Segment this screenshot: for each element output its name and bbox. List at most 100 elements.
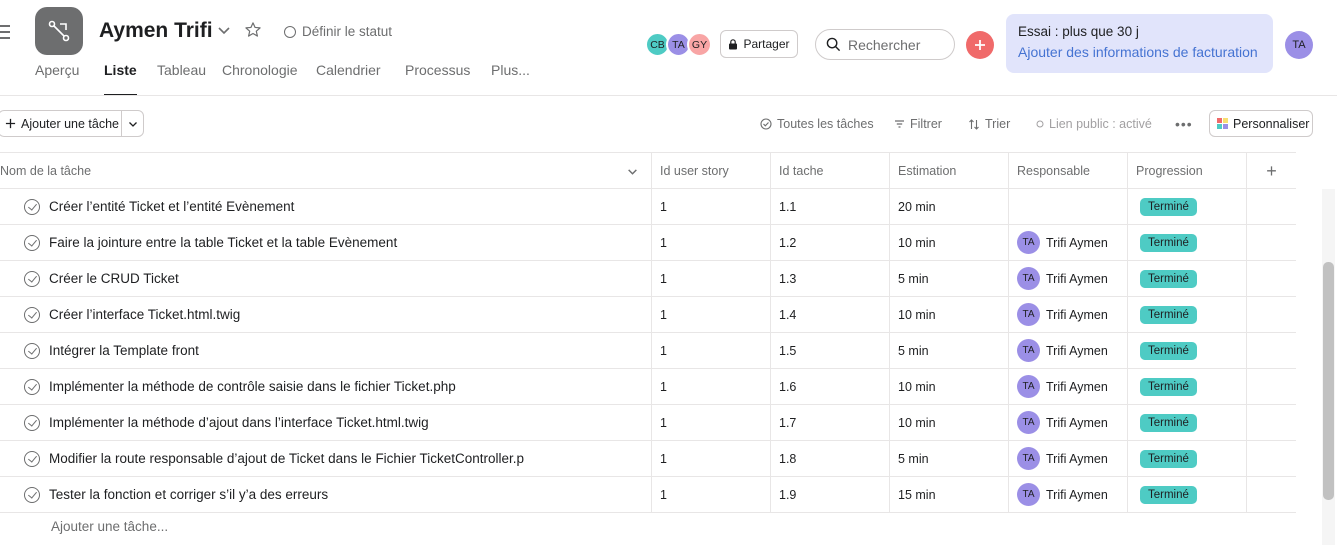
assignee-cell[interactable]: TA Trifi Aymen — [1008, 225, 1127, 260]
estimate-cell[interactable]: 5 min — [889, 441, 1008, 476]
assignee-cell[interactable]: TA Trifi Aymen — [1008, 261, 1127, 296]
public-link-toggle[interactable]: Lien public : activé — [1036, 117, 1152, 131]
complete-check-icon[interactable] — [24, 486, 40, 503]
task-id-cell[interactable]: 1.9 — [770, 477, 889, 512]
task-id-cell[interactable]: 1.8 — [770, 441, 889, 476]
add-column-icon[interactable]: + — [1246, 153, 1296, 189]
estimate-cell[interactable]: 5 min — [889, 261, 1008, 296]
complete-check-icon[interactable] — [24, 342, 40, 359]
task-name-cell[interactable]: Créer le CRUD Ticket — [0, 261, 651, 296]
estimate-cell[interactable]: 15 min — [889, 477, 1008, 512]
complete-check-icon[interactable] — [24, 378, 40, 395]
star-icon[interactable] — [244, 21, 262, 39]
table-row[interactable]: Faire la jointure entre la table Ticket … — [0, 225, 1296, 261]
assignee-cell[interactable]: TA Trifi Aymen — [1008, 333, 1127, 368]
create-button[interactable] — [966, 31, 994, 59]
add-task-dropdown[interactable] — [122, 119, 143, 129]
user-story-cell[interactable]: 1 — [651, 441, 770, 476]
task-id-cell[interactable]: 1.3 — [770, 261, 889, 296]
task-id-cell[interactable]: 1.6 — [770, 369, 889, 404]
estimate-cell[interactable]: 10 min — [889, 405, 1008, 440]
column-header-progress[interactable]: Progression — [1127, 153, 1246, 189]
assignee-cell[interactable] — [1008, 189, 1127, 224]
user-story-cell[interactable]: 1 — [651, 477, 770, 512]
progress-cell[interactable]: Terminé — [1127, 477, 1246, 512]
estimate-cell[interactable]: 10 min — [889, 297, 1008, 332]
tab-calendar[interactable]: Calendrier — [316, 62, 381, 95]
user-story-cell[interactable]: 1 — [651, 405, 770, 440]
complete-check-icon[interactable] — [24, 414, 40, 431]
estimate-cell[interactable]: 20 min — [889, 189, 1008, 224]
table-row[interactable]: Créer le CRUD Ticket 1 1.3 5 min TA Trif… — [0, 261, 1296, 297]
tab-list[interactable]: Liste — [104, 62, 137, 96]
tab-timeline[interactable]: Chronologie — [222, 62, 298, 95]
column-header-task-name[interactable]: Nom de la tâche — [0, 153, 651, 189]
filter-button[interactable]: Filtrer — [894, 117, 942, 131]
assignee-cell[interactable]: TA Trifi Aymen — [1008, 405, 1127, 440]
share-button[interactable]: Partager — [720, 30, 798, 58]
progress-cell[interactable]: Terminé — [1127, 333, 1246, 368]
complete-check-icon[interactable] — [24, 450, 40, 467]
tab-workflow[interactable]: Processus — [405, 62, 470, 95]
task-id-cell[interactable]: 1.4 — [770, 297, 889, 332]
menu-icon[interactable] — [0, 25, 10, 43]
progress-cell[interactable]: Terminé — [1127, 189, 1246, 224]
assignee-cell[interactable]: TA Trifi Aymen — [1008, 477, 1127, 512]
table-row[interactable]: Modifier la route responsable d’ajout de… — [0, 441, 1296, 477]
avatar[interactable]: GY — [687, 32, 712, 57]
table-row[interactable]: Tester la fonction et corriger s’il y’a … — [0, 477, 1296, 513]
search-input[interactable] — [848, 36, 953, 53]
add-task-row[interactable]: Ajouter une tâche... — [51, 519, 168, 534]
search-box[interactable] — [815, 29, 955, 60]
tab-board[interactable]: Tableau — [157, 62, 206, 95]
progress-cell[interactable]: Terminé — [1127, 369, 1246, 404]
task-name-cell[interactable]: Créer l’interface Ticket.html.twig — [0, 297, 651, 332]
add-billing-link[interactable]: Ajouter des informations de facturation — [1018, 44, 1261, 60]
user-story-cell[interactable]: 1 — [651, 333, 770, 368]
progress-cell[interactable]: Terminé — [1127, 225, 1246, 260]
task-name-cell[interactable]: Créer l’entité Ticket et l’entité Evènem… — [0, 189, 651, 224]
column-header-estimate[interactable]: Estimation — [889, 153, 1008, 189]
complete-check-icon[interactable] — [24, 198, 40, 215]
estimate-cell[interactable]: 10 min — [889, 225, 1008, 260]
customize-button[interactable]: Personnaliser — [1209, 110, 1313, 137]
progress-cell[interactable]: Terminé — [1127, 261, 1246, 296]
task-name-cell[interactable]: Implémenter la méthode d’ajout dans l’in… — [0, 405, 651, 440]
task-name-cell[interactable]: Faire la jointure entre la table Ticket … — [0, 225, 651, 260]
user-avatar[interactable]: TA — [1285, 31, 1313, 59]
tab-overview[interactable]: Aperçu — [35, 62, 79, 95]
assignee-cell[interactable]: TA Trifi Aymen — [1008, 441, 1127, 476]
task-id-cell[interactable]: 1.2 — [770, 225, 889, 260]
user-story-cell[interactable]: 1 — [651, 189, 770, 224]
progress-cell[interactable]: Terminé — [1127, 405, 1246, 440]
tab-more[interactable]: Plus... — [491, 62, 530, 95]
task-name-cell[interactable]: Intégrer la Template front — [0, 333, 651, 368]
add-task-button[interactable]: Ajouter une tâche — [0, 111, 122, 136]
table-row[interactable]: Implémenter la méthode de contrôle saisi… — [0, 369, 1296, 405]
complete-check-icon[interactable] — [24, 270, 40, 287]
sort-button[interactable]: Trier — [968, 117, 1010, 131]
task-id-cell[interactable]: 1.5 — [770, 333, 889, 368]
task-id-cell[interactable]: 1.7 — [770, 405, 889, 440]
complete-check-icon[interactable] — [24, 234, 40, 251]
chevron-down-icon[interactable] — [217, 23, 231, 37]
estimate-cell[interactable]: 5 min — [889, 333, 1008, 368]
chevron-down-icon[interactable] — [627, 166, 638, 177]
complete-check-icon[interactable] — [24, 306, 40, 323]
user-story-cell[interactable]: 1 — [651, 297, 770, 332]
scrollbar-thumb[interactable] — [1323, 262, 1334, 500]
progress-cell[interactable]: Terminé — [1127, 297, 1246, 332]
more-options-icon[interactable]: ••• — [1175, 116, 1193, 132]
table-row[interactable]: Créer l’interface Ticket.html.twig 1 1.4… — [0, 297, 1296, 333]
task-id-cell[interactable]: 1.1 — [770, 189, 889, 224]
progress-cell[interactable]: Terminé — [1127, 441, 1246, 476]
task-name-cell[interactable]: Tester la fonction et corriger s’il y’a … — [0, 477, 651, 512]
column-header-assignee[interactable]: Responsable — [1008, 153, 1127, 189]
user-story-cell[interactable]: 1 — [651, 261, 770, 296]
column-header-user-story[interactable]: Id user story — [651, 153, 770, 189]
all-tasks-filter[interactable]: Toutes les tâches — [760, 117, 874, 131]
table-row[interactable]: Intégrer la Template front 1 1.5 5 min T… — [0, 333, 1296, 369]
user-story-cell[interactable]: 1 — [651, 369, 770, 404]
table-row[interactable]: Implémenter la méthode d’ajout dans l’in… — [0, 405, 1296, 441]
set-status-button[interactable]: Définir le statut — [284, 24, 392, 39]
